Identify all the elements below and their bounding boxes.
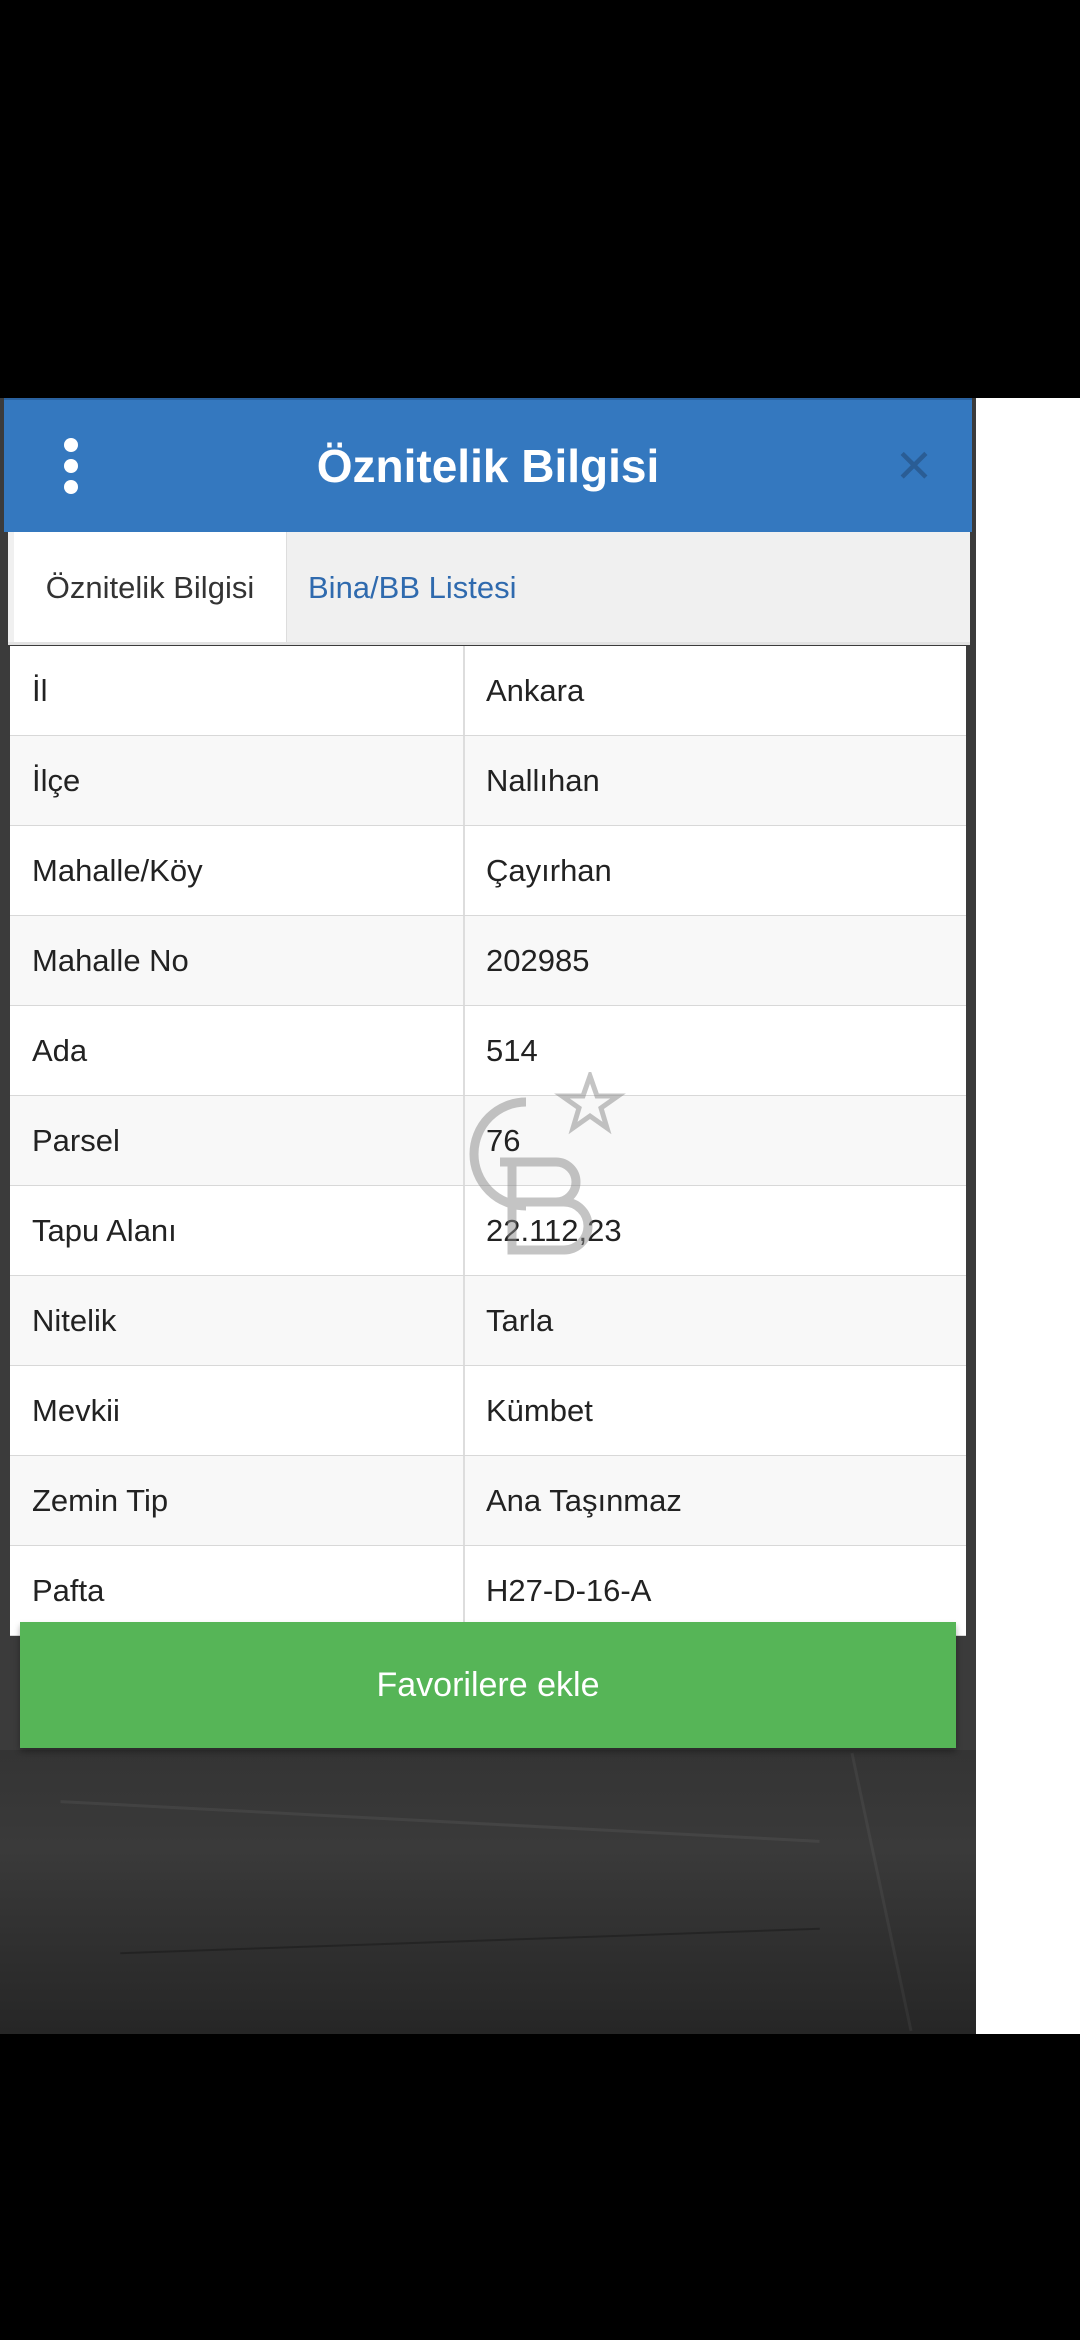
row-label: Zemin Tip — [10, 1456, 465, 1545]
row-value: Kümbet — [486, 1393, 593, 1428]
row-label: Mahalle No — [10, 916, 465, 1005]
row-value: Tarla — [486, 1303, 554, 1338]
row-label: Tapu Alanı — [10, 1186, 465, 1275]
row-label: Ada — [10, 1006, 465, 1095]
table-row: Mahalle/Köy Çayırhan — [10, 826, 966, 916]
tab-building-list[interactable]: Bina/BB Listesi — [308, 532, 608, 642]
table-row: Zemin Tip Ana Taşınmaz — [10, 1456, 966, 1546]
kebab-menu-icon[interactable] — [52, 438, 92, 494]
row-value: 22.112,23 — [486, 1213, 622, 1248]
table-row: Parsel 76 — [10, 1096, 966, 1186]
dialog-header: Öznitelik Bilgisi ✕ — [4, 398, 972, 532]
table-row: Tapu Alanı 22.112,23 — [10, 1186, 966, 1276]
row-label: Parsel — [10, 1096, 465, 1185]
close-icon[interactable]: ✕ — [886, 438, 942, 494]
tab-attribute-info[interactable]: Öznitelik Bilgisi — [14, 532, 287, 642]
table-row: Nitelik Tarla — [10, 1276, 966, 1366]
row-label: Nitelik — [10, 1276, 465, 1365]
table-row: İl Ankara — [10, 646, 966, 736]
right-edge-strip — [976, 398, 1080, 2034]
row-value: 76 — [486, 1123, 521, 1158]
table-row: Mahalle No 202985 — [10, 916, 966, 1006]
row-label: İl — [10, 646, 465, 735]
row-value: 202985 — [486, 943, 590, 978]
row-label: İlçe — [10, 736, 465, 825]
row-label: Mahalle/Köy — [10, 826, 465, 915]
row-value: Çayırhan — [486, 853, 612, 888]
row-value: Ankara — [486, 673, 585, 708]
table-row: İlçe Nallıhan — [10, 736, 966, 826]
add-to-favorites-button[interactable]: Favorilere ekle — [20, 1622, 956, 1748]
table-row: Mevkii Kümbet — [10, 1366, 966, 1456]
table-row: Ada 514 — [10, 1006, 966, 1096]
row-value: Nallıhan — [486, 763, 600, 798]
row-label: Mevkii — [10, 1366, 465, 1455]
attribute-table: İl Ankara İlçe Nallıhan Mahalle/Köy Çayı… — [10, 646, 966, 1636]
dialog-title: Öznitelik Bilgisi — [316, 440, 660, 492]
background-photo — [0, 1750, 976, 2034]
row-value: 514 — [486, 1033, 538, 1068]
tab-bar: Öznitelik Bilgisi Bina/BB Listesi — [8, 532, 970, 645]
row-value: Ana Taşınmaz — [486, 1483, 682, 1518]
attribute-info-dialog: Öznitelik Bilgisi ✕ Öznitelik Bilgisi Bi… — [0, 398, 976, 1750]
